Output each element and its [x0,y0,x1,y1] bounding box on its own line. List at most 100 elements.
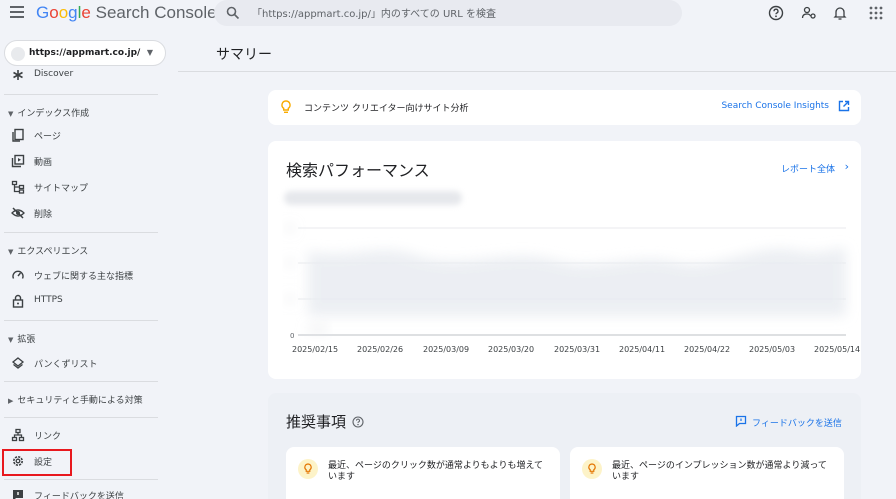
sidebar-item-links[interactable]: リンク [0,424,158,446]
blurred-summary [284,191,462,205]
search-icon [226,6,240,20]
sidebar-item-label: ウェブに関する主な指標 [34,272,134,282]
feedback-icon [735,415,747,427]
sidebar-item-label: Discover [34,69,74,79]
performance-title: 検索パフォーマンス [286,161,430,180]
sidebar-item-sitemaps[interactable]: サイトマップ [0,176,158,198]
page-title: サマリー [216,47,272,63]
recommendations-card: 推奨事項 フィードバックを送信 最近、ページのクリック数が通常よりもよりも増えて… [268,393,861,499]
recommendation-item[interactable]: 最近、ページのクリック数が通常よりもよりも増えています [286,447,560,499]
sidebar-item-feedback[interactable]: フィードバックを送信 [0,484,158,499]
section-index[interactable]: ▼ インデックス作成 [8,106,89,119]
visibility-off-icon [11,207,25,219]
sidebar-item-label: サイトマップ [34,184,89,194]
caret-down-icon: ▼ [8,110,14,118]
property-name: https://appmart.co.jp/ [29,48,141,58]
pages-icon [12,128,24,142]
video-icon [11,154,25,168]
section-experience[interactable]: ▼ エクスペリエンス [8,244,88,257]
apps-grid-icon[interactable] [868,5,884,21]
date-label: 2025/05/03 [749,345,796,354]
product-logo[interactable]: Google Search Console [36,3,217,23]
speed-gauge-icon [12,270,24,279]
notifications-icon[interactable] [832,5,848,21]
chevron-right-icon[interactable]: › [845,160,849,173]
settings-highlight-box [2,449,72,476]
section-label: 拡張 [17,335,36,345]
sidebar-item-https[interactable]: HTTPS [0,290,158,312]
sidebar-item-videos[interactable]: 動画 [0,150,158,172]
insights-title: コンテンツ クリエイター向けサイト分析 [304,104,469,114]
sidebar-item-label: パンくずリスト [34,360,98,370]
manage-users-icon[interactable] [801,5,817,21]
date-label: 2025/05/14 [814,345,861,354]
divider [4,94,158,95]
insights-card[interactable]: コンテンツ クリエイター向けサイト分析 Search Console Insig… [268,90,861,125]
url-inspection-search[interactable]: 「https://appmart.co.jp/」内のすべての URL を検査 [214,0,682,26]
full-report-link[interactable]: レポート全体 [781,162,835,175]
section-label: エクスペリエンス [17,247,89,257]
date-label: 2025/03/09 [423,345,470,354]
sitemap-icon [11,180,25,194]
send-feedback-link[interactable]: フィードバックを送信 [752,416,842,429]
sidebar-item-label: リンク [34,432,62,442]
diamond-layers-icon [11,357,25,369]
divider [4,320,158,321]
performance-card: 検索パフォーマンス レポート全体 › 0 2025/02/15 2025/02/… [268,141,861,379]
search-input[interactable]: 「https://appmart.co.jp/」内のすべての URL を検査 [252,5,496,20]
date-label: 2025/03/20 [488,345,535,354]
date-label: 2025/02/15 [292,345,339,354]
property-selector[interactable]: https://appmart.co.jp/ ▼ [4,40,166,66]
sidebar-item-label: 削除 [34,210,53,220]
y-axis-zero-label: 0 [290,332,294,340]
sidebar-item-breadcrumbs[interactable]: パンくずリスト [0,352,158,374]
date-label: 2025/03/31 [554,345,601,354]
sidebar: https://appmart.co.jp/ ▼ Discover ▼ インデック… [0,26,166,499]
section-label: インデックス作成 [17,109,90,119]
feedback-icon [13,490,23,499]
caret-down-icon: ▼ [8,336,14,344]
divider [4,417,158,418]
chevron-down-icon: ▼ [146,48,153,57]
recommendation-text: 最近、ページのインプレッション数が通常より減っています [612,461,827,482]
performance-chart: 0 [287,225,846,340]
open-in-new-icon[interactable] [838,100,850,112]
top-bar: Google Search Console 「https://appmart.c… [0,0,896,26]
sidebar-item-label: HTTPS [34,295,63,305]
insights-link[interactable]: Search Console Insights [721,101,829,111]
recommendation-item[interactable]: 最近、ページのインプレッション数が通常より減っています [570,447,844,499]
property-icon [11,47,25,61]
date-label: 2025/04/11 [619,345,666,354]
section-security[interactable]: ▶ セキュリティと手動による対策 [8,393,143,406]
date-label: 2025/04/22 [684,345,731,354]
sidebar-item-discover[interactable]: Discover [0,66,158,88]
section-enhancements[interactable]: ▼ 拡張 [8,332,35,345]
lightbulb-icon [582,459,602,479]
sidebar-item-core-web-vitals[interactable]: ウェブに関する主な指標 [0,264,158,286]
section-label: セキュリティと手動による対策 [17,396,143,406]
logo-product: Search Console [95,3,217,22]
divider [4,479,158,480]
divider [4,232,158,233]
sidebar-item-label: ページ [34,132,61,142]
sidebar-item-label: フィードバックを送信 [34,492,124,499]
lightbulb-icon [298,459,318,479]
caret-right-icon: ▶ [8,397,14,405]
sidebar-item-label: 動画 [34,158,53,168]
date-label: 2025/02/26 [357,345,404,354]
lightbulb-icon [281,100,291,114]
recommendations-title: 推奨事項 [286,413,347,431]
sidebar-item-removals[interactable]: 削除 [0,202,158,224]
asterisk-icon [13,70,23,80]
recommendation-text: 最近、ページのクリック数が通常よりもよりも増えています [328,461,544,482]
links-tree-icon [11,428,25,442]
lock-icon [12,294,24,308]
caret-down-icon: ▼ [8,248,14,256]
divider [4,381,158,382]
sidebar-item-pages[interactable]: ページ [0,124,158,146]
divider [178,71,896,72]
logo-google: Google [36,3,91,22]
help-icon[interactable] [352,416,364,428]
help-icon[interactable] [768,5,784,21]
menu-icon[interactable] [10,6,24,18]
